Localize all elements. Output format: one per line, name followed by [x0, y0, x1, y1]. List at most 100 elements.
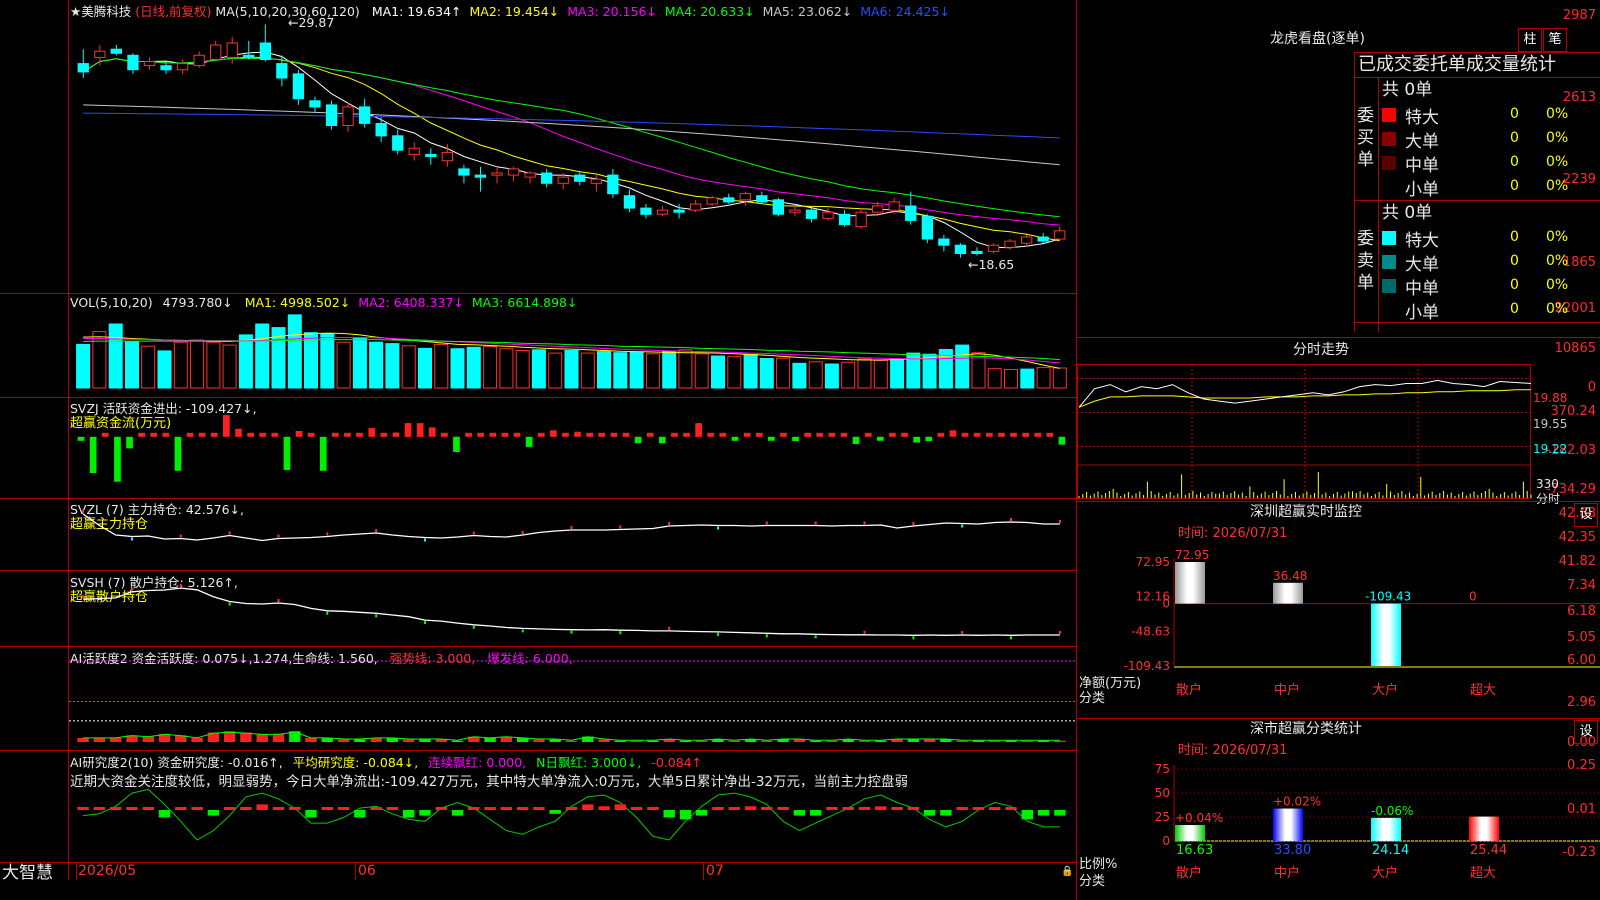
candle-body — [243, 54, 255, 58]
svsh-line — [83, 587, 1060, 636]
candle-body — [210, 44, 222, 60]
sell-block-row-pct-2: 0% — [1546, 277, 1569, 293]
volume-bar — [808, 361, 823, 389]
classify-ytick-2: 25 — [1155, 810, 1170, 824]
candle-body — [127, 54, 139, 71]
fund-flow-bar — [453, 436, 460, 452]
ai2-research-bar — [1021, 810, 1033, 820]
candle-body — [375, 123, 387, 137]
svzl-line-tick — [1010, 518, 1012, 521]
svsh-line-tick — [472, 625, 475, 629]
fund-flow-bar — [671, 432, 678, 437]
fund-flow-bar — [1046, 432, 1054, 437]
kline-chart[interactable] — [69, 0, 1076, 293]
candle-body — [607, 174, 619, 195]
candle-body — [656, 209, 669, 215]
ai1-activity-bar — [565, 740, 578, 742]
ai1-chart[interactable] — [69, 647, 1076, 750]
ai1-activity-bar — [1021, 740, 1033, 742]
ai2-research-bar — [728, 807, 740, 810]
ai2-research-bar — [614, 804, 626, 810]
buy-block-row-count-1: 0 — [1510, 130, 1519, 146]
candle-body — [805, 209, 818, 219]
volume-bar — [238, 334, 253, 389]
monitor-title: 深圳超赢实时监控 — [1250, 504, 1362, 520]
fund-flow-bar — [986, 432, 993, 437]
candle-body — [309, 100, 321, 108]
xaxis-tick-0 — [76, 863, 77, 880]
monitor-value-0: 72.95 — [1175, 548, 1209, 562]
fund-flow-bar — [719, 432, 727, 437]
stats-side-divider — [1378, 77, 1379, 332]
ai2-research-bar — [1037, 810, 1050, 816]
ai2-research-bar — [142, 807, 154, 810]
candle-body — [342, 106, 354, 127]
svsh-line-tick — [619, 631, 622, 635]
classify-bar-2 — [1371, 817, 1401, 841]
ai1-activity-bar — [972, 740, 985, 742]
bar-view-button[interactable]: 柱 — [1518, 28, 1542, 52]
ai2-research-bar — [565, 807, 578, 810]
volume-bar — [304, 332, 318, 389]
sell-block-swatch-0 — [1382, 231, 1396, 245]
lhb-title: 龙虎看盘(逐单) — [1270, 31, 1365, 47]
fund-flow-bar — [126, 436, 133, 449]
brand-logo[interactable]: 大智慧 — [2, 863, 53, 883]
svsh-line-tick — [765, 634, 768, 638]
fund-flow-bar — [840, 432, 848, 437]
candle-body — [590, 178, 603, 184]
fund-flow-bar — [852, 436, 860, 444]
svsh-line-tick — [668, 626, 671, 630]
fund-flow-bar — [465, 432, 472, 437]
monitor-chart[interactable]: 72.9512.160-48.63-109.4372.95散户36.48中户-1… — [1077, 540, 1600, 716]
ai2-research-bar — [386, 807, 399, 810]
fund-flow-bar — [768, 436, 775, 441]
monitor-settings-button[interactable]: 设 — [1574, 503, 1598, 527]
volume-bar — [157, 350, 172, 389]
xaxis-label-1: 06 — [358, 863, 376, 879]
ai1-activity-bar — [647, 740, 659, 742]
candle-body — [193, 54, 205, 67]
monitor-value-1: 36.48 — [1273, 569, 1307, 583]
tick-view-button[interactable]: 笔 — [1543, 28, 1567, 52]
candle-body — [838, 213, 851, 226]
fund-flow-bar — [198, 432, 206, 437]
sell-block-row-pct-1: 0% — [1546, 253, 1569, 269]
candle-body — [690, 203, 702, 211]
classify-settings-button[interactable]: 设 — [1574, 720, 1598, 744]
svzl-line-tick — [228, 531, 231, 535]
fund-flow-bar — [743, 432, 751, 437]
svzl-line-tick — [570, 526, 573, 529]
classify-bar-0 — [1175, 825, 1205, 841]
stats-bottom-divider — [1354, 322, 1600, 323]
svsh-line-tick — [570, 630, 573, 634]
classify-chart[interactable]: 75 50 25 0 +0.04% 16.63 散户 +0.02% 33.80 中户 -0.06% 2… — [1077, 757, 1600, 900]
candle-body — [160, 65, 172, 71]
fund-flow-bar — [537, 432, 545, 437]
fund-flow-bar — [89, 436, 97, 473]
classify-value-2: 24.14 — [1372, 843, 1409, 858]
ai2-research-bar — [126, 807, 138, 810]
svsh-line-tick — [961, 631, 964, 634]
intraday-chart[interactable] — [1077, 362, 1533, 500]
buy-block-row-name-0: 特大 — [1405, 108, 1439, 128]
candle-body — [425, 153, 437, 157]
ai2-chart[interactable] — [69, 751, 1076, 862]
fund-flow-bar — [356, 432, 363, 437]
fund-flow-bar — [634, 436, 642, 444]
svzj-chart[interactable] — [69, 398, 1076, 498]
lock-icon[interactable]: 🔒 — [1061, 866, 1073, 877]
candle-body — [226, 42, 238, 58]
fund-flow-bar — [525, 436, 533, 447]
svzl-chart[interactable] — [69, 499, 1076, 570]
fund-flow-bar — [186, 432, 194, 437]
svzl-line-tick — [961, 524, 964, 528]
ma-line-3 — [83, 57, 1060, 226]
svsh-line-tick — [912, 636, 915, 640]
ai2-research-bar — [582, 804, 594, 810]
candle-body — [905, 205, 917, 221]
svsh-chart[interactable] — [69, 571, 1076, 646]
volume-bar — [287, 314, 302, 389]
fund-flow-bar — [864, 432, 872, 437]
volume-chart[interactable] — [69, 294, 1076, 397]
